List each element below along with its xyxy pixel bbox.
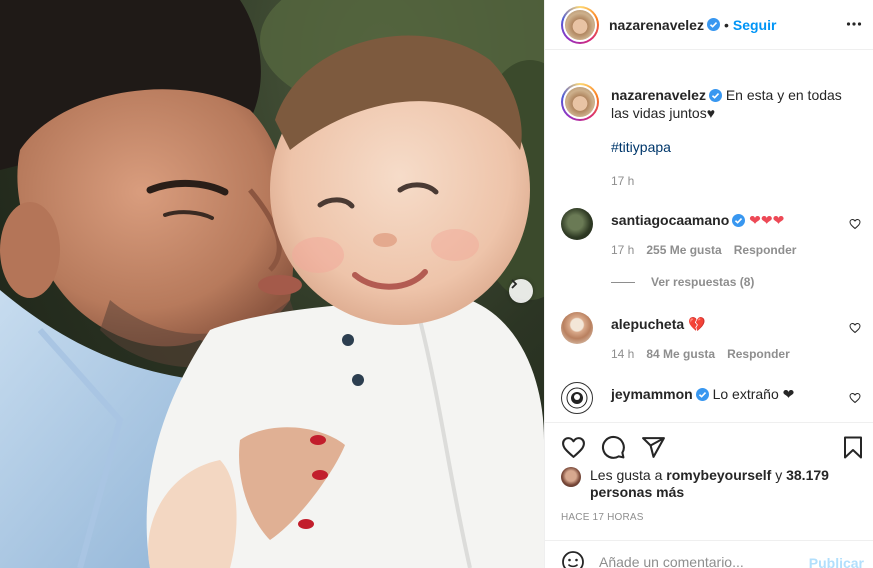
caption-hashtag[interactable]: #titiypapa (611, 139, 671, 155)
comment-item: jeymammon Lo extraño ❤ (561, 382, 861, 422)
carousel-next-button[interactable] (509, 279, 533, 303)
post-caption: nazarenavelez En esta y en todas las vid… (561, 83, 861, 188)
verified-icon (706, 18, 720, 31)
heart-icon[interactable] (849, 218, 861, 230)
post-time-ago[interactable]: HACE 17 HORAS (561, 512, 644, 523)
comment-likes[interactable]: 255 Me gusta (646, 241, 721, 259)
liker-avatar[interactable] (561, 467, 581, 487)
post-side-panel: nazarenavelez • Seguir nazarenavelez En … (544, 0, 873, 568)
add-comment-bar: Publicar (545, 540, 873, 568)
photo-illustration (0, 0, 544, 568)
verified-icon (695, 388, 709, 401)
emoji-icon[interactable] (561, 550, 585, 568)
comment-input[interactable] (599, 553, 799, 568)
comment-avatar[interactable] (561, 382, 593, 414)
publish-button[interactable]: Publicar (809, 555, 864, 568)
caption-avatar-ring[interactable] (561, 83, 599, 121)
bookmark-icon[interactable] (841, 435, 865, 460)
separator-dot: • (723, 16, 729, 33)
replies-line (611, 281, 635, 283)
chevron-right-icon (511, 279, 518, 289)
verified-icon (732, 214, 746, 227)
comment-item: santiagocaamano ❤❤❤ 17 h 255 Me gusta Re… (561, 208, 861, 258)
author-username[interactable]: nazarenavelez (609, 17, 704, 33)
comment-item: alepucheta 💔 14 h 84 Me gusta Responder (561, 312, 861, 362)
comment-time[interactable]: 14 h (611, 345, 634, 363)
comment-username[interactable]: alepucheta (611, 316, 684, 332)
author-avatar[interactable] (565, 9, 595, 40)
reply-button[interactable]: Responder (727, 345, 790, 363)
more-options-icon[interactable] (846, 16, 862, 32)
likes-conjunction: y (775, 467, 783, 483)
author-avatar-ring[interactable] (561, 5, 599, 44)
liker-username[interactable]: romybeyourself (666, 467, 771, 483)
share-icon[interactable] (641, 435, 666, 460)
comment-username[interactable]: santiagocaamano (611, 212, 729, 228)
likes-prefix: Les gusta a (590, 467, 663, 483)
comment-username[interactable]: jeymammon (611, 386, 693, 402)
comment-time[interactable]: 17 h (611, 241, 634, 259)
comment-text: Lo extraño ❤ (712, 386, 795, 402)
caption-avatar[interactable] (565, 87, 595, 117)
comment-icon[interactable] (601, 435, 626, 460)
reply-button[interactable]: Responder (734, 241, 797, 259)
verified-icon (708, 89, 722, 102)
comment-text: 💔 (688, 316, 706, 332)
caption-username[interactable]: nazarenavelez (611, 87, 706, 103)
heart-icon[interactable] (849, 322, 861, 334)
comment-likes[interactable]: 84 Me gusta (646, 345, 715, 363)
heart-icon[interactable] (849, 392, 861, 404)
like-heart-icon[interactable] (561, 435, 586, 460)
view-replies-label: Ver respuestas (8) (651, 275, 755, 289)
action-bar (545, 422, 873, 472)
comment-avatar[interactable] (561, 312, 593, 344)
jey-logo-icon (566, 387, 588, 409)
follow-button[interactable]: Seguir (733, 17, 777, 33)
caption-time[interactable]: 17 h (611, 172, 634, 190)
comment-avatar[interactable] (561, 208, 593, 240)
comment-text: ❤❤❤ (749, 212, 785, 228)
post-photo (0, 0, 544, 568)
view-replies-button[interactable]: Ver respuestas (8) (611, 275, 754, 289)
post-header: nazarenavelez • Seguir (545, 0, 873, 50)
comments-list[interactable]: nazarenavelez En esta y en todas las vid… (545, 50, 873, 422)
